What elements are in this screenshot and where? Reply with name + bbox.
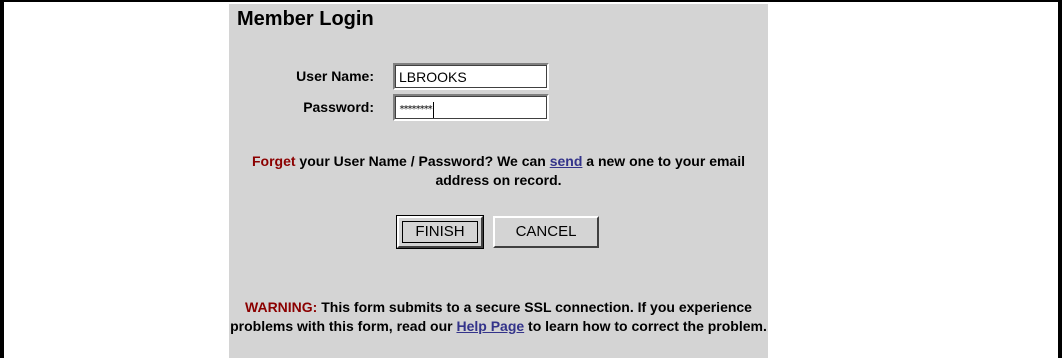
window-border-top	[0, 0, 1062, 2]
page: Member Login User Name: LBROOKS Password…	[0, 0, 1062, 358]
username-row: User Name: LBROOKS	[229, 62, 768, 92]
login-panel: Member Login User Name: LBROOKS Password…	[229, 4, 768, 358]
window-border-right	[1058, 0, 1062, 358]
help-page-link[interactable]: Help Page	[456, 318, 524, 334]
warning-label: WARNING:	[245, 299, 318, 315]
forgot-credentials-message: Forget your User Name / Password? We can…	[229, 152, 768, 190]
text-caret	[433, 102, 435, 118]
username-input[interactable]: LBROOKS	[393, 63, 549, 90]
button-row: FINISH CANCEL	[229, 215, 768, 249]
username-value: LBROOKS	[399, 69, 467, 85]
forget-prefix: Forget	[251, 153, 296, 169]
forget-text-a: your User Name / Password? We can	[295, 153, 550, 169]
window-border-left	[0, 0, 4, 358]
password-input[interactable]: ********	[393, 94, 549, 121]
cancel-button[interactable]: CANCEL	[493, 216, 599, 248]
warning-text-b: to learn how to correct the problem.	[524, 318, 767, 334]
username-label: User Name:	[296, 68, 374, 84]
password-row: Password: ********	[229, 93, 768, 123]
finish-button-label: FINISH	[402, 221, 478, 243]
password-label: Password:	[303, 99, 374, 115]
finish-button[interactable]: FINISH	[396, 215, 484, 249]
ssl-warning-message: WARNING: This form submits to a secure S…	[229, 298, 768, 336]
password-value: ********	[399, 104, 433, 115]
login-title: Member Login	[237, 8, 374, 30]
send-link[interactable]: send	[550, 153, 583, 169]
